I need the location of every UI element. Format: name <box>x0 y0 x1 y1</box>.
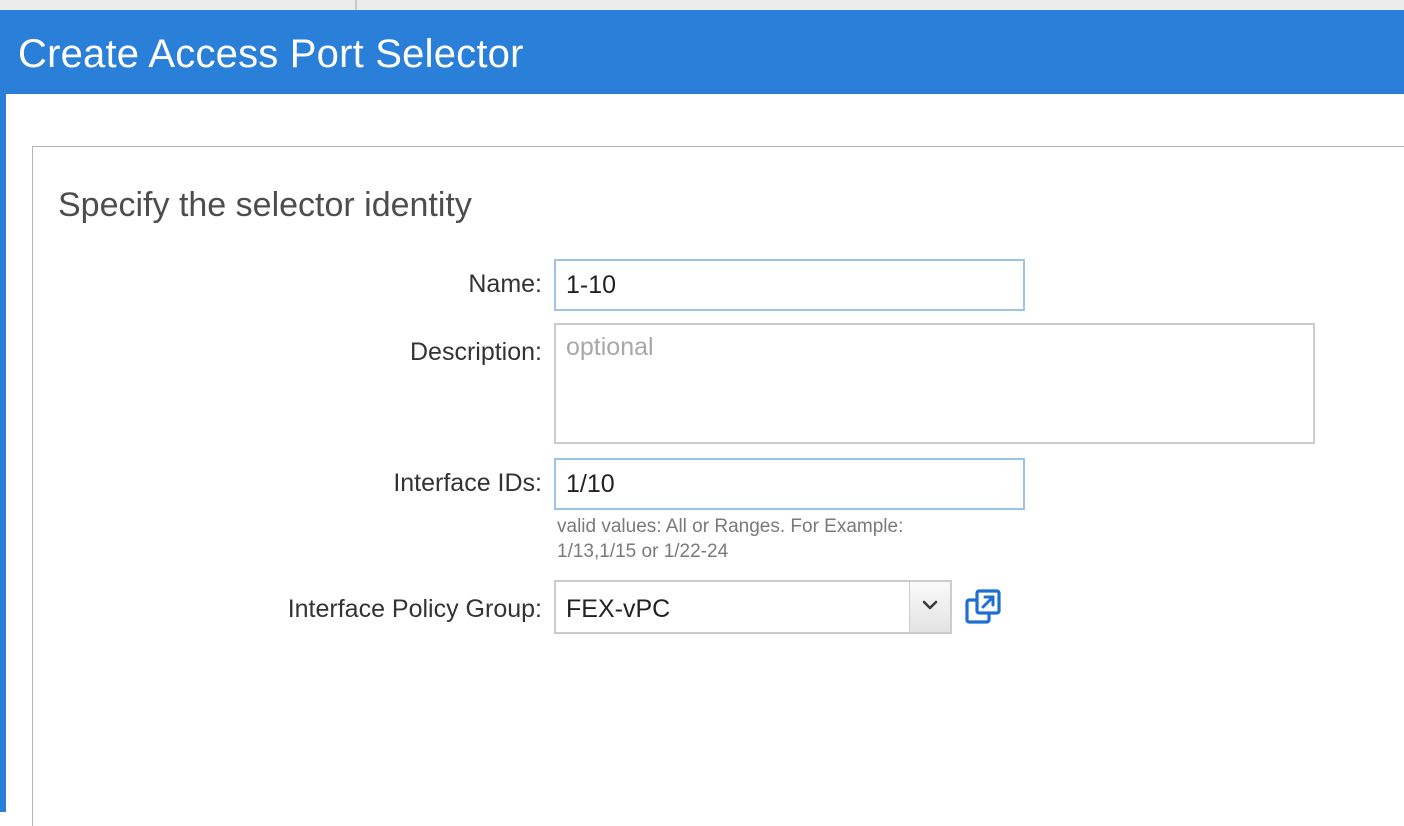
policy-group-select[interactable]: FEX-vPC <box>554 580 952 634</box>
interface-ids-help: valid values: All or Ranges. For Example… <box>557 514 1017 564</box>
description-field[interactable] <box>554 323 1315 444</box>
interface-ids-help-line1: valid values: All or Ranges. For Example… <box>557 516 904 537</box>
name-label: Name: <box>468 270 542 298</box>
window-top-strip <box>0 0 1404 10</box>
chevron-down-icon <box>922 600 938 610</box>
section-heading: Specify the selector identity <box>58 186 472 224</box>
open-in-new-window-icon[interactable] <box>964 588 1002 626</box>
top-strip-divider <box>355 0 357 10</box>
dialog-title: Create Access Port Selector <box>18 32 524 76</box>
interface-ids-help-line2: 1/13,1/15 or 1/22-24 <box>557 541 729 562</box>
policy-group-selected-value: FEX-vPC <box>566 595 671 623</box>
description-label: Description: <box>410 338 542 366</box>
name-input[interactable] <box>554 259 1025 311</box>
dialog-left-accent <box>0 94 6 812</box>
policy-group-label: Interface Policy Group: <box>287 595 542 623</box>
dropdown-arrow-button[interactable] <box>909 582 950 632</box>
interface-ids-label: Interface IDs: <box>393 469 542 497</box>
interface-ids-input[interactable] <box>554 458 1025 510</box>
